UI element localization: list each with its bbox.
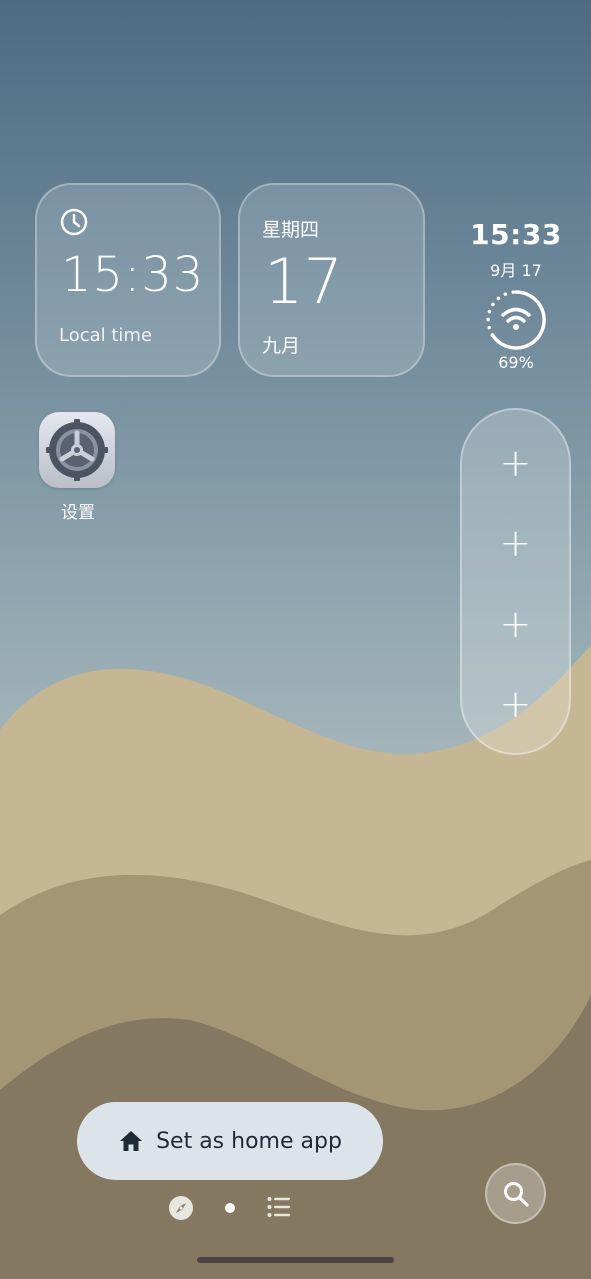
list-icon[interactable]	[267, 1196, 291, 1218]
search-button[interactable]	[485, 1163, 546, 1224]
date-day: 17	[264, 245, 343, 318]
battery-percent: 69%	[498, 353, 534, 372]
shortcut-dock: + + + +	[460, 408, 571, 755]
clock-icon	[60, 208, 88, 236]
add-shortcut-button[interactable]: +	[462, 443, 569, 483]
date-weekday: 星期四	[262, 219, 320, 241]
date-month: 九月	[262, 335, 301, 357]
search-icon	[503, 1181, 529, 1207]
add-shortcut-button[interactable]: +	[462, 523, 569, 563]
home-icon	[120, 1131, 143, 1151]
add-shortcut-button[interactable]: +	[462, 684, 569, 724]
gesture-nav-handle[interactable]	[197, 1257, 394, 1263]
date-widget[interactable]: 星期四 17 九月	[238, 183, 425, 377]
compass-icon[interactable]	[168, 1195, 194, 1221]
current-page-dot[interactable]	[224, 1202, 236, 1214]
status-date: 9月 17	[490, 261, 542, 280]
clock-widget[interactable]: 15:33 Local time	[35, 183, 221, 377]
clock-time: 15:33	[61, 247, 205, 303]
clock-label: Local time	[59, 325, 153, 346]
wifi-battery-ring-icon	[486, 290, 546, 350]
status-widget[interactable]: 15:33 9月 17 69%	[466, 218, 566, 372]
set-home-app-label: Set as home app	[156, 1128, 342, 1154]
page-indicator	[166, 1190, 296, 1224]
app-label: 设置	[61, 503, 95, 523]
set-home-app-button[interactable]: Set as home app	[77, 1102, 383, 1180]
app-settings[interactable]: 设置	[39, 412, 117, 523]
add-shortcut-button[interactable]: +	[462, 604, 569, 644]
settings-gear-icon	[39, 412, 115, 488]
home-screen: 15:33 Local time 星期四 17 九月 15:33 9月 17 6…	[0, 0, 591, 1279]
status-time: 15:33	[470, 218, 562, 251]
